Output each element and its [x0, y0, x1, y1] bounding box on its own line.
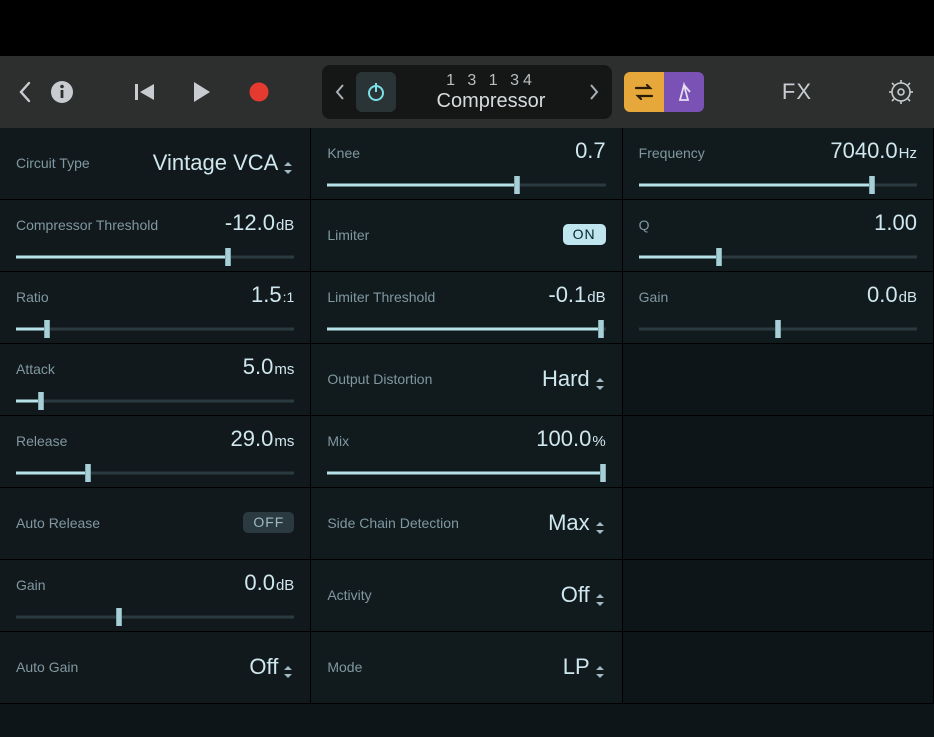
sidechain-label: Side Chain Detection [327, 515, 459, 531]
auto-release-label: Auto Release [16, 515, 100, 531]
mix-label: Mix [327, 433, 349, 449]
gain3-label: Gain [639, 289, 669, 305]
preset-next-button[interactable] [582, 84, 606, 100]
limiter-threshold-label: Limiter Threshold [327, 289, 435, 305]
gain3-row: Gain 0.0dB [623, 272, 934, 344]
distortion-label: Output Distortion [327, 371, 432, 387]
knee-value[interactable]: 0.7 [575, 138, 606, 164]
limiter-toggle[interactable]: ON [563, 224, 606, 245]
distortion-select[interactable]: Hard [542, 366, 606, 392]
mix-slider[interactable] [327, 466, 605, 480]
threshold-row: Compressor Threshold -12.0dB [0, 200, 311, 272]
circuit-type-select[interactable]: Vintage VCA [153, 150, 295, 176]
gain1-slider[interactable] [16, 610, 294, 624]
preset-prev-button[interactable] [328, 84, 352, 100]
gain3-value[interactable]: 0.0dB [867, 282, 917, 308]
loop-icon[interactable] [624, 72, 664, 112]
threshold-value[interactable]: -12.0dB [225, 210, 295, 236]
empty-cell [623, 560, 934, 632]
release-label: Release [16, 433, 67, 449]
mode-label: Mode [327, 659, 362, 675]
empty-cell [623, 344, 934, 416]
attack-label: Attack [16, 361, 55, 377]
frequency-label: Frequency [639, 145, 705, 161]
empty-cell [623, 632, 934, 704]
info-icon[interactable] [50, 80, 74, 104]
release-value[interactable]: 29.0ms [231, 426, 295, 452]
empty-cell [623, 488, 934, 560]
distortion-row: Output Distortion Hard [311, 344, 622, 416]
activity-label: Activity [327, 587, 371, 603]
auto-gain-row: Auto Gain Off [0, 632, 311, 704]
knee-label: Knee [327, 145, 360, 161]
compare-buttons [624, 72, 704, 112]
gain3-slider[interactable] [639, 322, 917, 336]
activity-select[interactable]: Off [561, 582, 606, 608]
preset-index: 1 3 1 34 [400, 72, 582, 90]
release-row: Release 29.0ms [0, 416, 311, 488]
threshold-slider[interactable] [16, 250, 294, 264]
mix-value[interactable]: 100.0% [536, 426, 605, 452]
q-label: Q [639, 217, 650, 233]
q-slider[interactable] [639, 250, 917, 264]
sidechain-select[interactable]: Max [548, 510, 606, 536]
threshold-label: Compressor Threshold [16, 217, 158, 233]
preset-name[interactable]: Compressor [400, 90, 582, 112]
sidechain-row: Side Chain Detection Max [311, 488, 622, 560]
ratio-slider[interactable] [16, 322, 294, 336]
record-button[interactable] [248, 81, 270, 103]
limiter-threshold-slider[interactable] [327, 322, 605, 336]
ratio-row: Ratio 1.5:1 [0, 272, 311, 344]
mode-select[interactable]: LP [563, 654, 606, 680]
mix-row: Mix 100.0% [311, 416, 622, 488]
attack-row: Attack 5.0ms [0, 344, 311, 416]
ratio-label: Ratio [16, 289, 49, 305]
auto-gain-select[interactable]: Off [249, 654, 294, 680]
frequency-slider[interactable] [639, 178, 917, 192]
frequency-row: Frequency 7040.0Hz [623, 128, 934, 200]
settings-gear-icon[interactable] [888, 79, 914, 105]
limiter-row: Limiter ON [311, 200, 622, 272]
q-row: Q 1.00 [623, 200, 934, 272]
skip-back-button[interactable] [134, 82, 156, 102]
knee-slider[interactable] [327, 178, 605, 192]
activity-row: Activity Off [311, 560, 622, 632]
knee-row: Knee 0.7 [311, 128, 622, 200]
circuit-type-row: Circuit Type Vintage VCA [0, 128, 311, 200]
gain1-row: Gain 0.0dB [0, 560, 311, 632]
auto-release-toggle[interactable]: OFF [243, 512, 294, 533]
release-slider[interactable] [16, 466, 294, 480]
circuit-type-label: Circuit Type [16, 155, 90, 171]
q-value[interactable]: 1.00 [874, 210, 917, 236]
back-button[interactable] [18, 81, 32, 103]
preset-navigator: 1 3 1 34 Compressor [322, 65, 612, 119]
limiter-threshold-row: Limiter Threshold -0.1dB [311, 272, 622, 344]
gain1-value[interactable]: 0.0dB [244, 570, 294, 596]
ratio-value[interactable]: 1.5:1 [251, 282, 294, 308]
limiter-label: Limiter [327, 227, 369, 243]
empty-cell [623, 416, 934, 488]
fx-label[interactable]: FX [782, 79, 812, 105]
play-button[interactable] [192, 81, 212, 103]
auto-gain-label: Auto Gain [16, 659, 78, 675]
frequency-value[interactable]: 7040.0Hz [830, 138, 917, 164]
mode-row: Mode LP [311, 632, 622, 704]
metronome-icon[interactable] [664, 72, 704, 112]
gain1-label: Gain [16, 577, 46, 593]
attack-value[interactable]: 5.0ms [243, 354, 295, 380]
auto-release-row: Auto Release OFF [0, 488, 311, 560]
attack-slider[interactable] [16, 394, 294, 408]
power-button[interactable] [356, 72, 396, 112]
limiter-threshold-value[interactable]: -0.1dB [548, 282, 605, 308]
toolbar: 1 3 1 34 Compressor FX [0, 56, 934, 128]
